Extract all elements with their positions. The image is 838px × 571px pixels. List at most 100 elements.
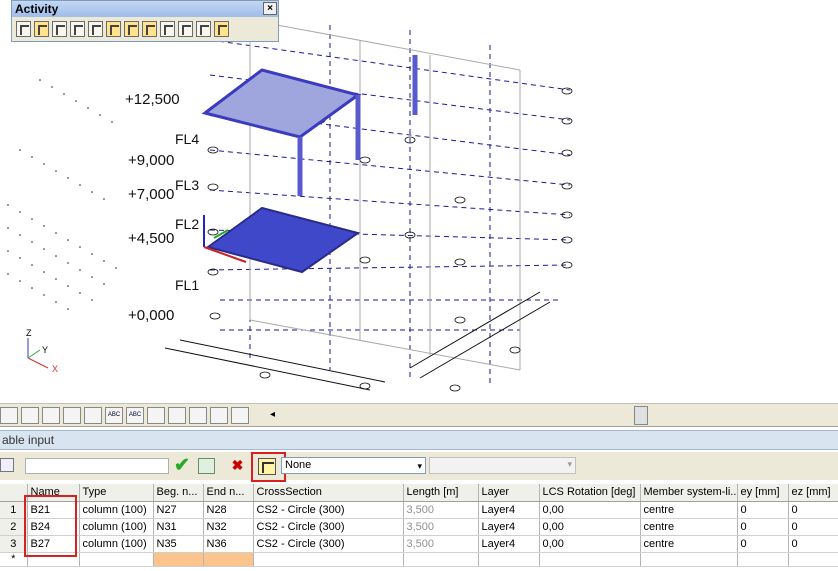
column-header[interactable]: Member system-li...	[640, 484, 738, 502]
copy-icon[interactable]	[189, 407, 207, 424]
cell-ez[interactable]: 0	[788, 501, 838, 519]
cell-ey[interactable]: 0	[737, 535, 789, 553]
cell-beg-node[interactable]: N35	[153, 535, 204, 553]
grid-red-icon[interactable]	[231, 407, 249, 424]
cell-cross-section[interactable]: CS2 - Circle (300)	[253, 501, 404, 519]
cell-beg-node[interactable]: N27	[153, 501, 204, 519]
grid-frame-icon[interactable]	[214, 21, 229, 37]
grid-search-icon[interactable]	[124, 21, 139, 37]
cell-type[interactable]: column (100)	[79, 535, 154, 553]
member-icon[interactable]	[84, 407, 102, 424]
eraser-icon[interactable]	[21, 407, 39, 424]
table-row[interactable]: 1 B21 column (100) N27 N28 CS2 - Circle …	[0, 501, 838, 519]
cell-end-node[interactable]: N28	[203, 501, 254, 519]
new-cell[interactable]	[478, 552, 540, 567]
cell-ez[interactable]: 0	[788, 535, 838, 553]
cell-lcs-rotation[interactable]: 0,00	[539, 535, 641, 553]
table-row[interactable]: 3 B27 column (100) N35 N36 CS2 - Circle …	[0, 535, 838, 553]
apply-icon[interactable]	[198, 458, 215, 474]
cell-member-system-line[interactable]: centre	[640, 518, 738, 536]
column-header[interactable]: Beg. n...	[153, 484, 204, 502]
cell-length[interactable]: 3,500	[403, 501, 479, 519]
column-header[interactable]: End n...	[203, 484, 254, 502]
table-row[interactable]: 2 B24 column (100) N31 N32 CS2 - Circle …	[0, 518, 838, 536]
filter-icon[interactable]	[258, 458, 276, 475]
secondary-select: ▾	[429, 457, 576, 474]
cell-type[interactable]: column (100)	[79, 518, 154, 536]
model-viewport[interactable]: +12,500 +9,000 +7,000 +4,500 +0,000 FL4 …	[0, 0, 838, 403]
grid-disabled-icon[interactable]	[88, 21, 103, 37]
row-number[interactable]: 2	[0, 518, 28, 536]
filter-select[interactable]: None ▾	[281, 457, 426, 474]
paste-icon[interactable]	[210, 407, 228, 424]
cell-beg-node[interactable]: N31	[153, 518, 204, 536]
cell-end-node[interactable]: N36	[203, 535, 254, 553]
new-row[interactable]: *	[0, 552, 838, 567]
cell-lcs-rotation[interactable]: 0,00	[539, 518, 641, 536]
column-header[interactable]: ez [mm]	[788, 484, 838, 502]
new-cell[interactable]	[640, 552, 738, 567]
column-header[interactable]	[0, 484, 28, 502]
cell-ez[interactable]: 0	[788, 518, 838, 536]
new-cell-required[interactable]	[153, 552, 204, 567]
new-cell[interactable]	[79, 552, 154, 567]
new-cell[interactable]	[788, 552, 838, 567]
cell-member-system-line[interactable]: centre	[640, 501, 738, 519]
cell-member-system-line[interactable]: centre	[640, 535, 738, 553]
cell-layer[interactable]: Layer4	[478, 518, 540, 536]
column-header[interactable]: ey [mm]	[737, 484, 789, 502]
activity-toolbar[interactable]: Activity ×	[11, 0, 279, 42]
new-cell[interactable]	[403, 552, 479, 567]
grid-disabled-icon[interactable]	[160, 21, 175, 37]
new-cell[interactable]	[539, 552, 641, 567]
cell-length[interactable]: 3,500	[403, 518, 479, 536]
grid-disabled-icon[interactable]	[196, 21, 211, 37]
cell-ey[interactable]: 0	[737, 518, 789, 536]
grid-copy-icon[interactable]	[52, 21, 67, 37]
grid-edit-icon[interactable]	[34, 21, 49, 37]
cell-lcs-rotation[interactable]: 0,00	[539, 501, 641, 519]
grid-disabled-icon[interactable]	[178, 21, 193, 37]
column-header[interactable]: CrossSection	[253, 484, 404, 502]
grid-view-icon[interactable]	[106, 21, 121, 37]
lower-slab[interactable]	[205, 206, 361, 274]
cell-type[interactable]: column (100)	[79, 501, 154, 519]
panel-title: able input	[0, 430, 838, 450]
load-icon[interactable]	[63, 407, 81, 424]
activity-titlebar[interactable]: Activity ×	[12, 1, 278, 17]
mesh-icon[interactable]	[147, 407, 165, 424]
scroll-thumb[interactable]	[634, 406, 648, 425]
row-number[interactable]: 1	[0, 501, 28, 519]
cell-end-node[interactable]: N32	[203, 518, 254, 536]
new-cell[interactable]	[253, 552, 404, 567]
close-button[interactable]: ×	[263, 2, 277, 15]
column-header[interactable]: Layer	[478, 484, 540, 502]
cell-cross-section[interactable]: CS2 - Circle (300)	[253, 535, 404, 553]
row-number[interactable]: 3	[0, 535, 28, 553]
column-header[interactable]: Type	[79, 484, 154, 502]
column-header[interactable]: LCS Rotation [deg]	[539, 484, 641, 502]
scroll-left-icon[interactable]: ◂	[270, 409, 275, 420]
new-cell-required[interactable]	[203, 552, 254, 567]
abc-label-icon[interactable]: ABC	[105, 407, 123, 424]
cell-length[interactable]: 3,500	[403, 535, 479, 553]
delete-icon[interactable]: ✖	[229, 458, 246, 474]
abc-label-icon[interactable]: ABC	[126, 407, 144, 424]
column-header[interactable]: Length [m]	[403, 484, 479, 502]
grid-icon[interactable]	[16, 21, 31, 37]
grid-check-icon[interactable]	[142, 21, 157, 37]
confirm-check-icon[interactable]: ✔	[174, 454, 190, 477]
support-icon[interactable]	[42, 407, 60, 424]
table-icon[interactable]	[168, 407, 186, 424]
top-slab[interactable]	[201, 68, 362, 139]
filter-input[interactable]	[25, 458, 169, 474]
table-grid-icon[interactable]	[0, 458, 14, 472]
view-icon[interactable]	[0, 407, 18, 424]
cell-layer[interactable]: Layer4	[478, 535, 540, 553]
cell-ey[interactable]: 0	[737, 501, 789, 519]
cell-cross-section[interactable]: CS2 - Circle (300)	[253, 518, 404, 536]
structure-drawing[interactable]	[0, 0, 838, 403]
grid-disabled-icon[interactable]	[70, 21, 85, 37]
cell-layer[interactable]: Layer4	[478, 501, 540, 519]
new-cell[interactable]	[737, 552, 789, 567]
